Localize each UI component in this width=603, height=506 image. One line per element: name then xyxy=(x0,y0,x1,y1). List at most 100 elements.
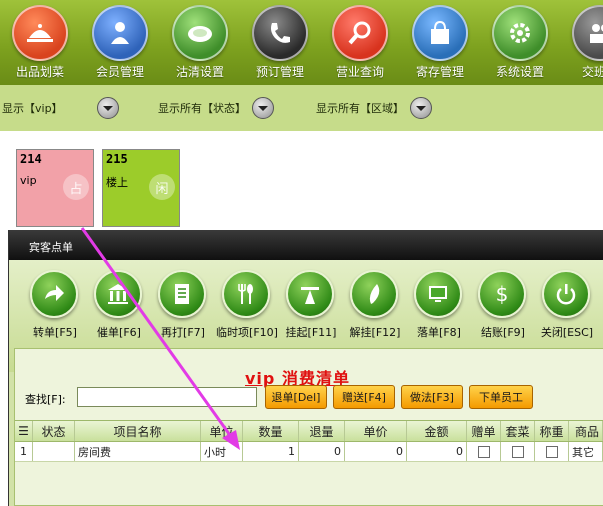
row-category: 其它 xyxy=(569,442,603,461)
row-gift-cell xyxy=(467,442,501,461)
gift-checkbox[interactable] xyxy=(477,445,490,458)
member-management-label: 会员管理 xyxy=(95,65,144,79)
screen-icon xyxy=(414,270,462,318)
document-icon xyxy=(158,270,206,318)
shift-management-button[interactable]: 交班管 xyxy=(560,0,603,85)
gear-icon xyxy=(492,5,548,61)
bag-icon xyxy=(412,5,468,61)
reprint-label: 再打[F7] xyxy=(161,326,205,339)
row-amount: 0 xyxy=(407,442,467,461)
column-header-item-name[interactable]: 项目名称 xyxy=(75,421,201,441)
transfer-icon xyxy=(30,270,78,318)
rush-order-label: 催单[F6] xyxy=(97,326,141,339)
column-header-quantity[interactable]: 数量 xyxy=(243,421,299,441)
main-toolbar: 出品划菜 会员管理 沽清设置 预订管理 营业查询 寄存管理 系统设置 交班 xyxy=(0,0,603,85)
storage-management-label: 寄存管理 xyxy=(415,65,464,79)
row-quantity: 1 xyxy=(243,442,299,461)
filter-status-label: 显示所有【状态】 xyxy=(158,102,246,115)
occupied-badge: 占 xyxy=(63,174,89,200)
column-header-status[interactable]: 状态 xyxy=(33,421,75,441)
temp-item-label: 临时项[F10] xyxy=(216,326,278,339)
chevron-down-icon[interactable] xyxy=(96,97,119,119)
filter-vip[interactable]: 显示【vip】 xyxy=(2,96,119,120)
shift-management-label: 交班管 xyxy=(581,65,603,79)
business-query-button[interactable]: 营业查询 xyxy=(320,0,400,85)
row-index: 1 xyxy=(15,442,33,461)
magnifier-icon xyxy=(332,5,388,61)
close-label: 关闭[ESC] xyxy=(540,326,594,339)
transfer-label: 转单[F5] xyxy=(33,326,77,339)
bill-panel: vip 消费清单 查找[F]: 退单[Del] 赠送[F4] 做法[F3] 下单… xyxy=(14,348,603,506)
svg-text:$: $ xyxy=(496,282,509,306)
utensils-icon xyxy=(222,270,270,318)
window-title: 宾客点单 xyxy=(9,230,603,260)
search-input[interactable] xyxy=(77,387,257,407)
soldout-setting-label: 沽清设置 xyxy=(175,65,224,79)
order-staff-button[interactable]: 下单员工 xyxy=(469,385,533,409)
filter-status[interactable]: 显示所有【状态】 xyxy=(158,96,274,120)
plate-icon xyxy=(172,5,228,61)
column-header-gift[interactable]: 赠单 xyxy=(467,421,501,441)
column-header-amount[interactable]: 金额 xyxy=(407,421,467,441)
room-name: 楼上 xyxy=(106,176,128,189)
column-header-weigh[interactable]: 称重 xyxy=(535,421,569,441)
idle-badge: 闲 xyxy=(149,174,175,200)
combo-checkbox[interactable] xyxy=(511,445,524,458)
people-icon xyxy=(572,5,603,61)
cloche-icon xyxy=(12,5,68,61)
checkout-label: 结账[F9] xyxy=(481,326,525,339)
column-header-returned[interactable]: 退量 xyxy=(299,421,345,441)
search-label: 查找[F]: xyxy=(25,393,66,406)
room-number: 215 xyxy=(106,152,128,166)
weigh-checkbox[interactable] xyxy=(545,445,558,458)
dollar-icon: $ xyxy=(478,270,526,318)
filter-vip-label: 显示【vip】 xyxy=(2,102,63,115)
room-tile-215[interactable]: 215 楼上 闲 xyxy=(102,149,180,227)
table-row[interactable]: 1 房间费 小时 1 0 0 0 其它 xyxy=(15,442,603,462)
place-order-label: 落单[F8] xyxy=(417,326,461,339)
business-query-label: 营业查询 xyxy=(335,65,384,79)
power-icon xyxy=(542,270,590,318)
filter-area-label: 显示所有【区域】 xyxy=(316,102,404,115)
row-item-name: 房间费 xyxy=(75,442,201,461)
order-window: 宾客点单 转单[F5] 催单[F6] 再打[F7] 临时项[F10] 挂起[F1… xyxy=(8,230,603,506)
phone-icon xyxy=(252,5,308,61)
column-header-combo[interactable]: 套菜 xyxy=(501,421,535,441)
bank-icon xyxy=(94,270,142,318)
unhold-label: 解挂[F12] xyxy=(349,326,401,339)
row-combo-cell xyxy=(501,442,535,461)
member-icon xyxy=(92,5,148,61)
column-header-unit[interactable]: 单位 xyxy=(201,421,243,441)
filter-bar: 显示【vip】 显示所有【状态】 显示所有【区域】 xyxy=(0,85,603,131)
storage-management-button[interactable]: 寄存管理 xyxy=(400,0,480,85)
column-header-price[interactable]: 单价 xyxy=(345,421,407,441)
reservation-button[interactable]: 预订管理 xyxy=(240,0,320,85)
table-header: ☰ 状态 项目名称 单位 数量 退量 单价 金额 赠单 套菜 称重 商品 xyxy=(15,420,603,442)
chevron-down-icon[interactable] xyxy=(410,97,432,119)
kitchen-dispatch-label: 出品划菜 xyxy=(15,65,64,79)
row-unit: 小时 xyxy=(201,442,243,461)
system-settings-button[interactable]: 系统设置 xyxy=(480,0,560,85)
row-returned: 0 xyxy=(299,442,345,461)
member-management-button[interactable]: 会员管理 xyxy=(80,0,160,85)
row-price: 0 xyxy=(345,442,407,461)
soldout-setting-button[interactable]: 沽清设置 xyxy=(160,0,240,85)
feather-icon xyxy=(350,270,398,318)
gift-item-button[interactable]: 赠送[F4] xyxy=(333,385,395,409)
room-tile-214[interactable]: 214 vip 占 xyxy=(16,149,94,227)
void-item-button[interactable]: 退单[Del] xyxy=(265,385,327,409)
kitchen-dispatch-button[interactable]: 出品划菜 xyxy=(0,0,80,85)
system-settings-label: 系统设置 xyxy=(495,65,544,79)
cooking-method-button[interactable]: 做法[F3] xyxy=(401,385,463,409)
room-name: vip xyxy=(20,174,37,187)
room-number: 214 xyxy=(20,152,42,166)
column-header-menu[interactable]: ☰ xyxy=(15,421,33,441)
chevron-down-icon[interactable] xyxy=(252,97,274,119)
row-weigh-cell xyxy=(535,442,569,461)
row-status xyxy=(33,442,75,461)
column-header-category[interactable]: 商品 xyxy=(569,421,603,441)
hanger-icon xyxy=(286,270,334,318)
filter-area[interactable]: 显示所有【区域】 xyxy=(316,96,432,120)
reservation-label: 预订管理 xyxy=(255,65,304,79)
hold-label: 挂起[F11] xyxy=(285,326,337,339)
